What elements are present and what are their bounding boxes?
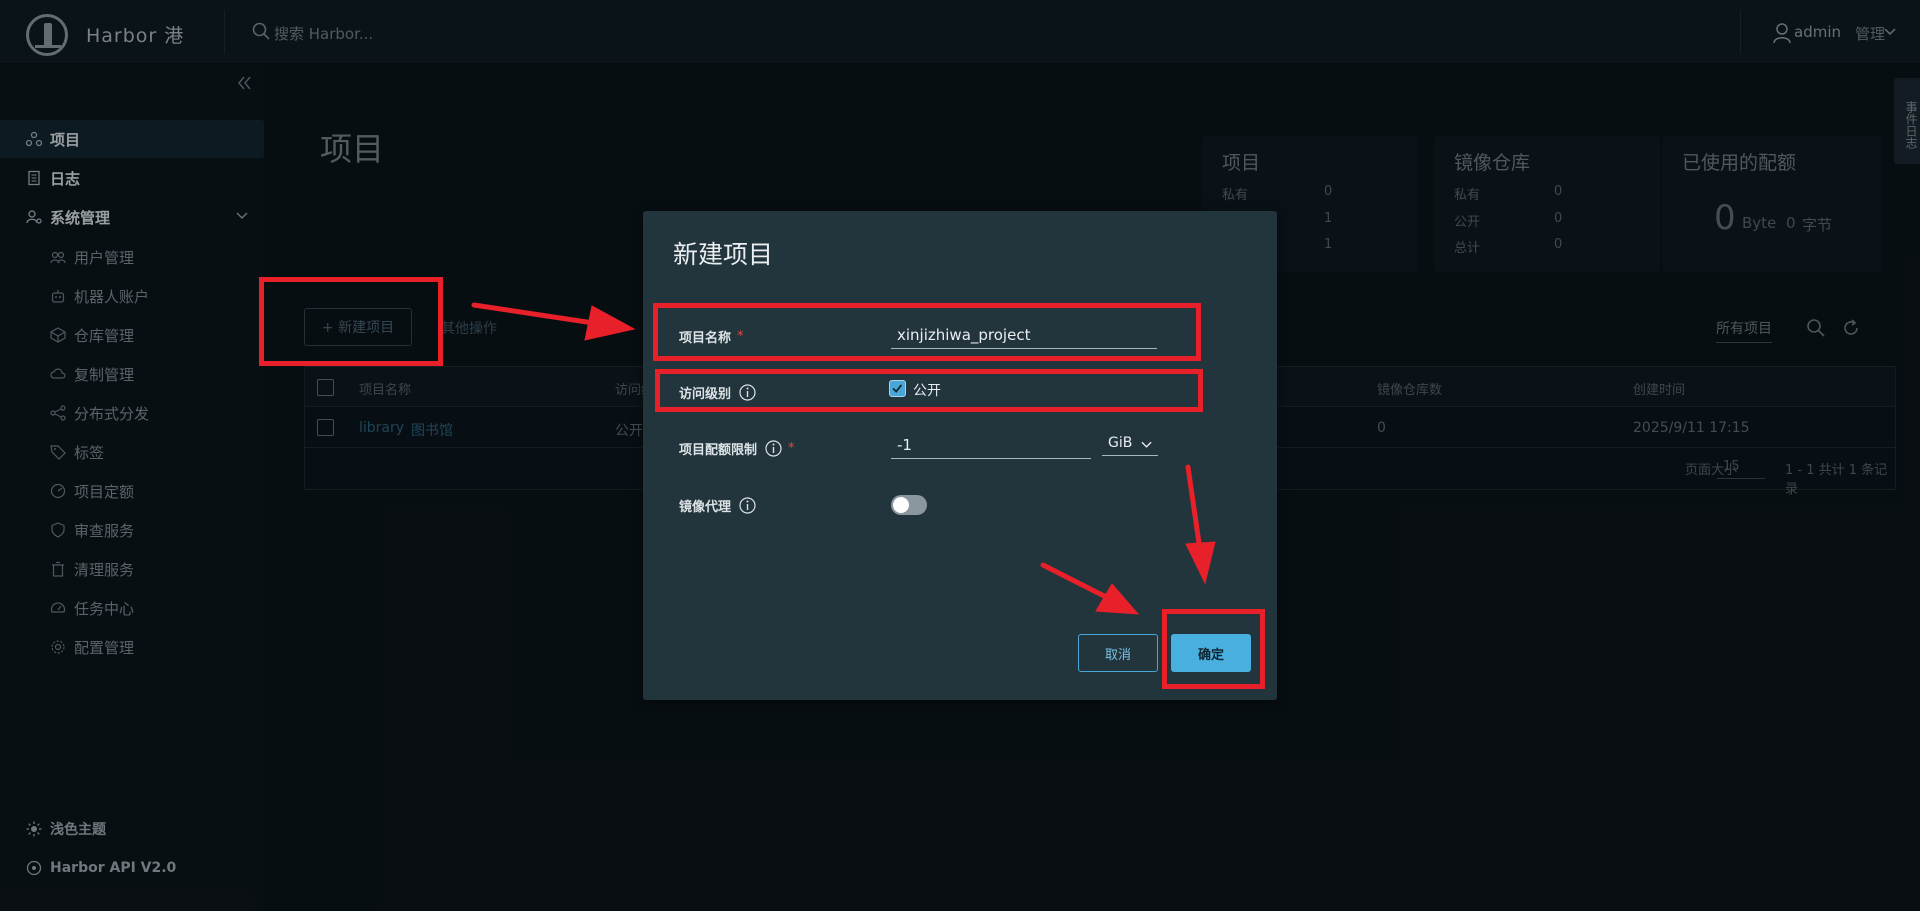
quota-limit-label: 项目配额限制 *	[679, 439, 795, 458]
quota-limit-input[interactable]: -1	[891, 436, 1091, 459]
annotation-box-access-level	[655, 369, 1203, 412]
annotation-box-confirm	[1162, 609, 1265, 689]
dialog-title: 新建项目	[673, 240, 774, 269]
chevron-down-icon	[1141, 441, 1152, 448]
quota-unit-select[interactable]: GiB	[1102, 435, 1158, 456]
cancel-button[interactable]: 取消	[1078, 634, 1158, 672]
quota-unit-value: GiB	[1108, 435, 1133, 451]
annotation-box-project-name	[653, 303, 1201, 361]
annotation-box-new-project	[259, 277, 443, 366]
label-text: 项目配额限制	[679, 443, 758, 458]
proxy-cache-toggle[interactable]	[891, 495, 927, 515]
required-marker: *	[788, 441, 795, 456]
info-icon[interactable]	[765, 440, 782, 457]
info-icon[interactable]	[739, 497, 756, 514]
proxy-cache-label: 镜像代理	[679, 496, 756, 515]
label-text: 镜像代理	[679, 500, 732, 515]
